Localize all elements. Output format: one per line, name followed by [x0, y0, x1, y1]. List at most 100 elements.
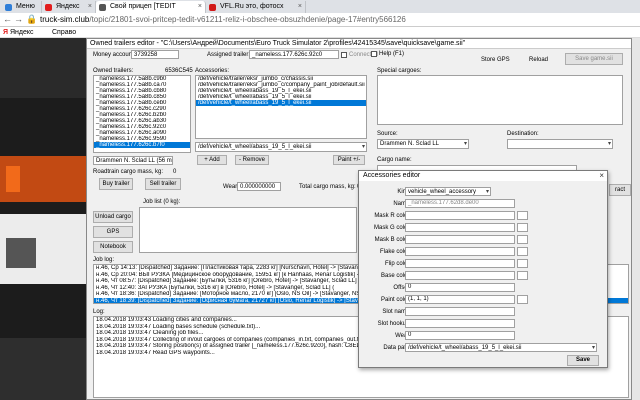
slot-name-field[interactable] — [405, 307, 515, 316]
notebook-button[interactable]: Notebook — [93, 241, 133, 253]
mask-b-swatch[interactable] — [517, 235, 528, 244]
dialog-title: Accessories editor — [359, 171, 607, 181]
owned-trailers-list[interactable]: _nameless.177.5a8b.c9b0 _nameless.177.5a8… — [93, 75, 191, 153]
special-cargoes-list[interactable] — [377, 75, 623, 125]
accessory-item[interactable]: /def/vehicle/t_wheel/abass_19_5_l_ekei.s… — [196, 100, 366, 106]
close-icon[interactable]: × — [88, 1, 92, 13]
paint-button[interactable]: Paint +/- — [333, 155, 365, 165]
url-path: /topic/21801-svoi-pritcep-tedit-v61211-r… — [89, 15, 406, 24]
unload-cargo-button[interactable]: Unload cargo — [93, 211, 133, 223]
tab-label: Меню — [16, 3, 35, 10]
mask-g-swatch[interactable] — [517, 223, 528, 232]
job-list[interactable] — [139, 207, 357, 253]
cargo-name-label: Cargo name: — [377, 157, 412, 163]
accessories-label: Accessories: — [195, 68, 230, 74]
chevron-down-icon: ▾ — [591, 345, 595, 351]
accessories-editor-dialog: Accessories editor × Kind: vehicle_wheel… — [358, 170, 608, 368]
chevron-down-icon: ▾ — [607, 141, 611, 147]
add-accessory-button[interactable]: + Add — [197, 155, 227, 165]
save-button[interactable]: Save — [567, 355, 599, 366]
money-field[interactable]: 3739258 — [131, 50, 179, 59]
tab-favicon-icon — [209, 4, 216, 11]
yandex-logo-icon: Я — [3, 29, 9, 36]
paint-color-field[interactable]: (1, 1, 1) — [405, 295, 515, 304]
mask-g-field[interactable] — [405, 223, 515, 232]
close-icon[interactable]: × — [198, 1, 202, 13]
lock-icon: 🔒 — [26, 14, 38, 24]
cargo-mass-label: Roadtrain cargo mass, kg: — [93, 169, 164, 175]
background-page-right — [632, 38, 640, 400]
log-label: Log: — [93, 309, 105, 315]
wear-field[interactable]: 0.000000000 — [237, 182, 281, 191]
tab-label: Яндекс — [56, 3, 80, 10]
trailer-location-field: Drammen N. Sclad LL (56 m) — [93, 156, 173, 165]
mask-r-swatch[interactable] — [517, 211, 528, 220]
special-cargoes-label: Special cargoes: — [377, 68, 422, 74]
owned-count: 6536C545 — [165, 68, 193, 74]
paint-color-swatch[interactable] — [517, 295, 528, 304]
mask-b-field[interactable] — [405, 235, 515, 244]
destination-combo[interactable]: ▾ — [507, 139, 613, 149]
browser-tab-menu[interactable]: Меню — [2, 1, 42, 13]
tab-label: VFL.Ru это, фотосх — [220, 3, 284, 10]
flip-field[interactable] — [405, 259, 515, 268]
source-value: Drammen N. Sclad LL — [380, 141, 440, 147]
sell-trailer-button[interactable]: Sell trailer — [145, 178, 181, 190]
source-label: Source: — [377, 131, 398, 137]
job-list-label: Job list (0 kg): — [143, 199, 181, 205]
accessories-list[interactable]: /def/vehicle/trailer/eksr_jumbo_c/chassi… — [195, 75, 367, 139]
save-game-button[interactable]: Save game.sii — [565, 53, 623, 65]
help-checkbox[interactable] — [371, 51, 377, 57]
kind-value: vehicle_wheel_accessory — [408, 189, 477, 195]
remove-accessory-button[interactable]: - Remove — [235, 155, 269, 165]
accessory-path-value: /def/vehicle/t_wheel/abass_19_5_l_ekei.s… — [198, 144, 312, 150]
browser-tab-yandex[interactable]: Яндекс × — [42, 1, 96, 13]
forward-arrow-icon[interactable]: → — [14, 14, 23, 24]
contract-button[interactable]: ract — [609, 184, 631, 196]
buy-trailer-button[interactable]: Buy trailer — [99, 178, 133, 190]
data-path-combo[interactable]: /def/vehicle/t_wheel/abass_19_5_l_ekei.s… — [405, 343, 597, 352]
flake-field[interactable] — [405, 247, 515, 256]
url-field[interactable]: truck-sim.club/topic/21801-svoi-pritcep-… — [40, 14, 406, 26]
flip-swatch[interactable] — [517, 259, 528, 268]
total-cargo-label: Total cargo mass, kg: — [299, 184, 356, 190]
gps-button[interactable]: GPS — [93, 226, 133, 238]
flake-swatch[interactable] — [517, 247, 528, 256]
mask-r-field[interactable] — [405, 211, 515, 220]
kind-combo[interactable]: vehicle_wheel_accessory ▾ — [405, 187, 491, 196]
name-field[interactable]: _nameless.177.62d8.de00 — [405, 199, 515, 208]
base-swatch[interactable] — [517, 271, 528, 280]
owned-trailer-item[interactable]: _nameless.177.626c.b7f0 — [94, 142, 190, 148]
back-arrow-icon[interactable]: ← — [3, 14, 12, 24]
destination-label: Destination: — [507, 131, 539, 137]
offset-field[interactable]: 0 — [405, 283, 515, 292]
wear-field[interactable]: 0 — [405, 331, 515, 340]
browser-tab-strip: Меню Яндекс × Свой прицеп [TEDIT × VFL.R… — [0, 0, 640, 13]
browser-tab-vfl[interactable]: VFL.Ru это, фотосх × — [206, 1, 306, 13]
chevron-down-icon: ▾ — [361, 144, 365, 150]
tab-favicon-icon — [99, 4, 106, 11]
url-host: truck-sim.club — [40, 15, 90, 24]
bookmarks-bar: Я Яндекс Справо — [0, 27, 640, 38]
window-title: Owned trailers editor - "C:\Users\Андрей… — [87, 39, 631, 49]
background-page — [0, 38, 92, 400]
browser-tab-forum[interactable]: Свой прицеп [TEDIT × — [96, 1, 206, 13]
help-label: Help (F1) — [379, 51, 405, 57]
owned-trailers-label: Owned trailers: — [93, 68, 134, 74]
accessory-path-combo[interactable]: /def/vehicle/t_wheel/abass_19_5_l_ekei.s… — [195, 142, 367, 152]
reload-label[interactable]: Reload — [529, 57, 548, 63]
job-log-label: Job log: — [93, 257, 115, 263]
bookmark-yandex[interactable]: Яндекс — [10, 27, 34, 38]
close-icon[interactable]: × — [599, 171, 604, 181]
assigned-label: Assigned trailer: — [207, 52, 251, 58]
close-icon[interactable]: × — [298, 1, 302, 13]
slot-hookup-field[interactable] — [405, 319, 515, 328]
bookmark-help[interactable]: Справо — [52, 27, 76, 38]
address-bar: ← → 🔒 truck-sim.club/topic/21801-svoi-pr… — [0, 13, 640, 27]
connected-checkbox[interactable] — [341, 52, 347, 58]
source-combo[interactable]: Drammen N. Sclad LL ▾ — [377, 139, 469, 149]
assigned-trailer-field[interactable]: _nameless.177.626c.92c0 — [249, 50, 339, 59]
data-path-value: /def/vehicle/t_wheel/abass_19_5_l_ekei.s… — [408, 345, 522, 351]
store-gps-label[interactable]: Store GPS — [481, 57, 510, 63]
base-field[interactable] — [405, 271, 515, 280]
